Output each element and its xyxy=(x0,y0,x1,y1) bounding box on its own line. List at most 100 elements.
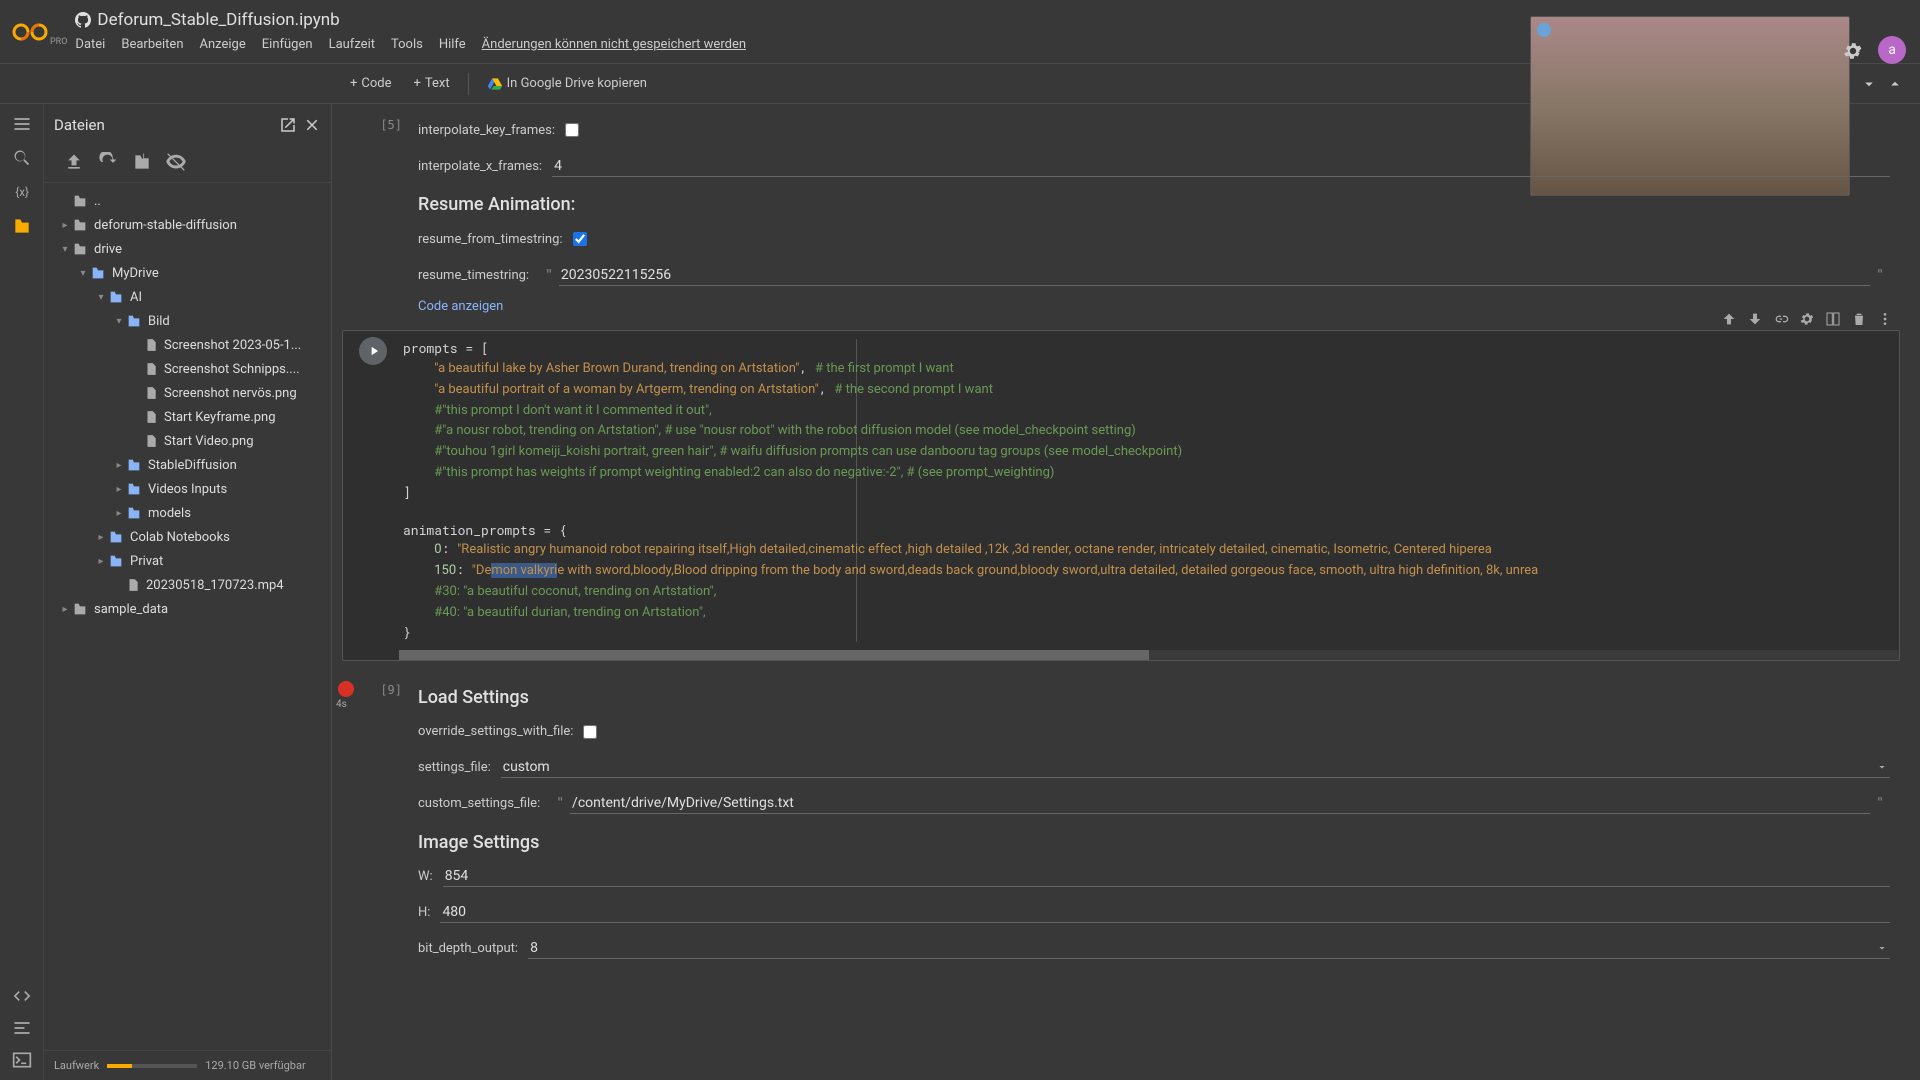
svg-text:{x}: {x} xyxy=(15,185,29,199)
header-dropdown-icon[interactable] xyxy=(1860,75,1878,93)
tree-file[interactable]: Screenshot 2023-05-1... xyxy=(46,333,329,357)
hide-icon[interactable] xyxy=(166,152,186,172)
h-label: H: xyxy=(418,905,430,920)
files-sidebar: Dateien .. ▸deforum-stable-diffusion ▾dr… xyxy=(44,104,332,1080)
delete-icon[interactable] xyxy=(1851,311,1867,327)
h-input[interactable] xyxy=(440,902,1890,923)
code-editor[interactable]: prompts = [ "a beautiful lake by Asher B… xyxy=(399,331,1899,650)
folder-icon xyxy=(108,289,124,305)
settings-file-label: settings_file: xyxy=(418,760,491,775)
tree-folder[interactable]: ▸Privat xyxy=(46,549,329,573)
close-icon[interactable] xyxy=(303,116,321,134)
override-checkbox[interactable] xyxy=(583,725,597,739)
chevron-down-icon xyxy=(1876,761,1888,773)
avatar[interactable]: a xyxy=(1878,36,1906,64)
mount-drive-icon[interactable] xyxy=(132,152,152,172)
tree-folder[interactable]: ▸Videos Inputs xyxy=(46,477,329,501)
toc-icon[interactable] xyxy=(12,114,32,134)
tree-file[interactable]: Screenshot nervös.png xyxy=(46,381,329,405)
add-code-button[interactable]: +Code xyxy=(342,72,400,95)
tree-file[interactable]: 20230518_170723.mp4 xyxy=(46,573,329,597)
sidebar-title: Dateien xyxy=(54,116,273,134)
interpolate-key-frames-checkbox[interactable] xyxy=(565,123,579,137)
file-icon xyxy=(144,362,158,376)
tree-folder[interactable]: ▾AI xyxy=(46,285,329,309)
w-input[interactable] xyxy=(443,866,1890,887)
save-warning[interactable]: Änderungen können nicht gespeichert werd… xyxy=(482,37,746,52)
folder-icon xyxy=(108,529,124,545)
tree-folder[interactable]: ▸Colab Notebooks xyxy=(46,525,329,549)
menu-hilfe[interactable]: Hilfe xyxy=(439,37,466,52)
refresh-icon[interactable] xyxy=(98,152,118,172)
command-icon[interactable] xyxy=(12,1018,32,1038)
header-collapse-icon[interactable] xyxy=(1886,75,1904,93)
code-cell-prompts: prompts = [ "a beautiful lake by Asher B… xyxy=(342,330,1900,661)
exec-time: 4s xyxy=(336,699,347,710)
chevron-down-icon xyxy=(1876,942,1888,954)
folder-icon xyxy=(72,601,88,617)
colab-logo[interactable]: PRO xyxy=(12,17,67,47)
gear-icon[interactable] xyxy=(1799,311,1815,327)
exec-count: [9] xyxy=(342,683,402,697)
notebook-content[interactable]: [5] interpolate_key_frames: interpolate_… xyxy=(332,104,1920,1080)
menu-tools[interactable]: Tools xyxy=(391,37,423,52)
file-icon xyxy=(144,410,158,424)
webcam-indicator-icon xyxy=(1537,23,1551,37)
new-window-icon[interactable] xyxy=(279,116,297,134)
files-icon[interactable] xyxy=(12,216,32,236)
show-code-link[interactable]: Code anzeigen xyxy=(418,299,503,314)
tree-folder[interactable]: ▸StableDiffusion xyxy=(46,453,329,477)
folder-icon xyxy=(72,193,88,209)
search-icon[interactable] xyxy=(12,148,32,168)
copy-to-drive-button[interactable]: In Google Drive kopieren xyxy=(479,72,655,96)
file-icon xyxy=(144,338,158,352)
tree-folder[interactable]: ▸sample_data xyxy=(46,597,329,621)
folder-icon xyxy=(126,481,142,497)
interpolate-x-frames-input[interactable] xyxy=(552,156,1890,177)
tree-folder[interactable]: ▾MyDrive xyxy=(46,261,329,285)
add-text-button[interactable]: +Text xyxy=(406,72,458,95)
file-icon xyxy=(126,578,140,592)
tree-file[interactable]: Start Keyframe.png xyxy=(46,405,329,429)
w-label: W: xyxy=(418,869,433,884)
tree-folder[interactable]: ▸models xyxy=(46,501,329,525)
menu-anzeige[interactable]: Anzeige xyxy=(200,37,246,52)
menu-bearbeiten[interactable]: Bearbeiten xyxy=(121,37,183,52)
run-cell-button[interactable] xyxy=(359,337,387,365)
bit-depth-select[interactable]: 8 xyxy=(528,938,1890,959)
link-icon[interactable] xyxy=(1773,311,1789,327)
resume-from-timestring-checkbox[interactable] xyxy=(573,232,587,246)
move-down-icon[interactable] xyxy=(1747,311,1763,327)
tree-folder[interactable]: ▾drive xyxy=(46,237,329,261)
pro-badge: PRO xyxy=(50,37,67,47)
tree-file[interactable]: Start Video.png xyxy=(46,429,329,453)
menu-laufzeit[interactable]: Laufzeit xyxy=(329,37,375,52)
image-settings-title: Image Settings xyxy=(418,832,1890,853)
tree-folder[interactable]: ▸deforum-stable-diffusion xyxy=(46,213,329,237)
variables-icon[interactable]: {x} xyxy=(12,182,32,202)
tree-up[interactable]: .. xyxy=(46,189,329,213)
more-icon[interactable] xyxy=(1877,311,1893,327)
file-tree[interactable]: .. ▸deforum-stable-diffusion ▾drive ▾MyD… xyxy=(44,183,331,1050)
mirror-icon[interactable] xyxy=(1825,311,1841,327)
settings-icon[interactable] xyxy=(1842,40,1864,62)
custom-file-input[interactable] xyxy=(570,793,1870,814)
settings-file-select[interactable]: custom xyxy=(501,757,1890,778)
resume-timestring-input[interactable] xyxy=(559,265,1870,286)
notebook-title[interactable]: Deforum_Stable_Diffusion.ipynb xyxy=(97,10,339,30)
folder-icon xyxy=(126,457,142,473)
code-snippets-icon[interactable] xyxy=(12,986,32,1006)
menu-datei[interactable]: Datei xyxy=(75,37,105,52)
form-cell-animation: [5] interpolate_key_frames: interpolate_… xyxy=(342,110,1900,320)
tree-file[interactable]: Screenshot Schnipps.... xyxy=(46,357,329,381)
load-settings-title: Load Settings xyxy=(418,687,1890,708)
github-icon xyxy=(75,12,91,28)
move-up-icon[interactable] xyxy=(1721,311,1737,327)
tree-folder[interactable]: ▾Bild xyxy=(46,309,329,333)
custom-file-label: custom_settings_file: xyxy=(418,796,540,811)
menu-einfuegen[interactable]: Einfügen xyxy=(262,37,313,52)
upload-icon[interactable] xyxy=(64,152,84,172)
terminal-icon[interactable] xyxy=(12,1050,32,1070)
resume-animation-title: Resume Animation: xyxy=(418,194,1890,215)
horizontal-scrollbar[interactable] xyxy=(399,650,1899,660)
